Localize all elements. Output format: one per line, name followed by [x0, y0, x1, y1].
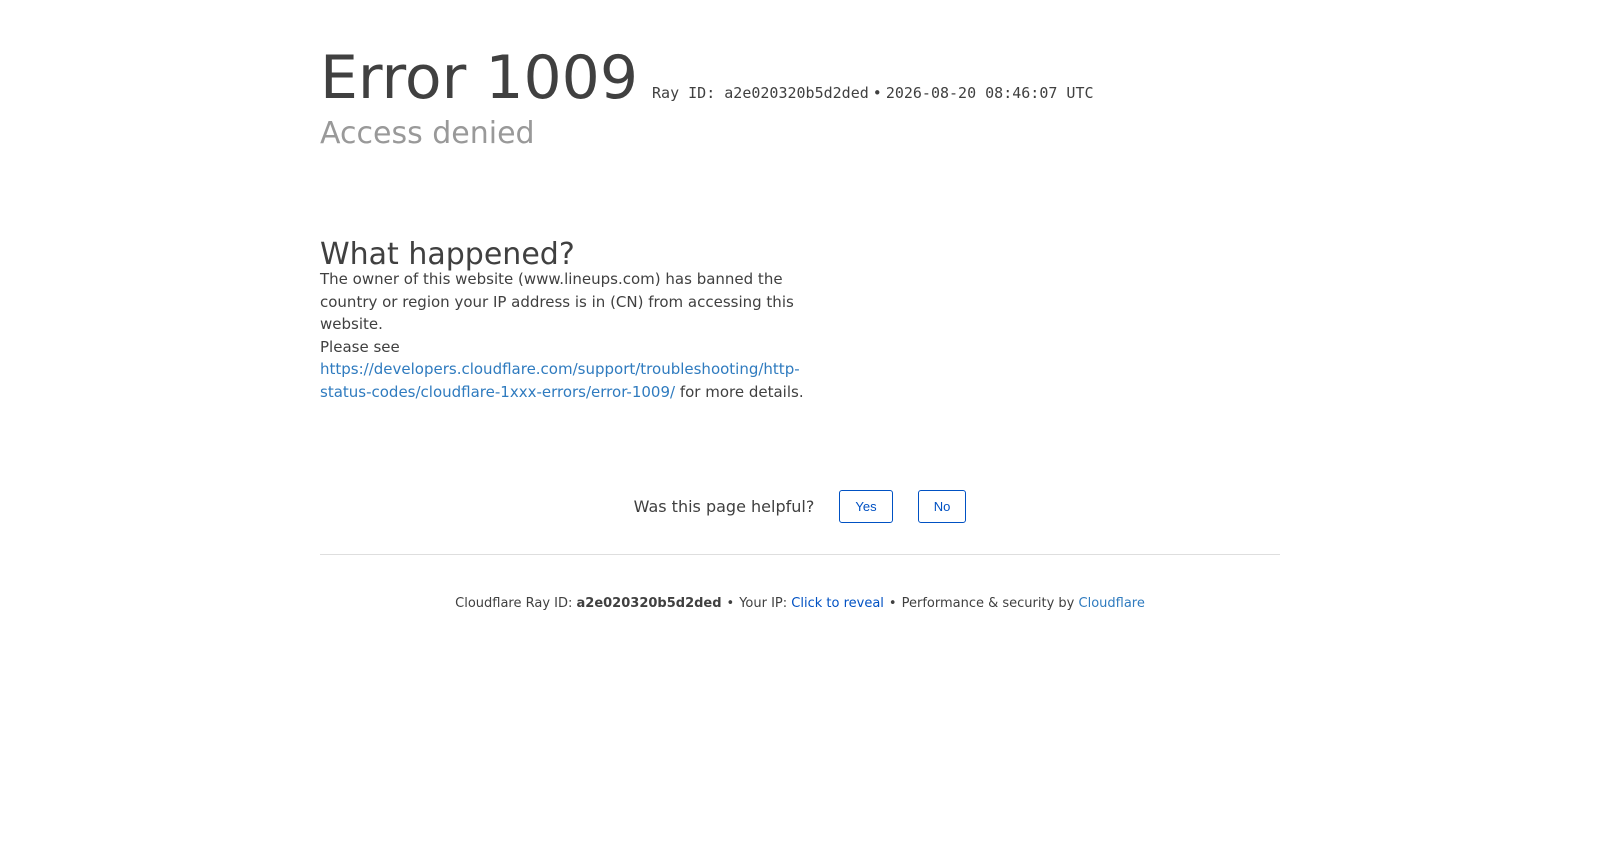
see-details: Please see https://developers.cloudflare.…: [320, 336, 810, 404]
footer: Cloudflare Ray ID: a2e020320b5d2ded • Your…: [320, 594, 1280, 614]
feedback-section: Was this page helpful? Yes No: [320, 490, 1280, 523]
footer-ip-label: Your IP:: [739, 596, 792, 611]
error-header: Error 1009 Ray ID: a2e020320b5d2ded • 2026-…: [320, 40, 1094, 116]
explanation-text: The owner of this website (www.lineups.c…: [320, 268, 810, 403]
header-separator: •: [872, 84, 882, 102]
ray-meta: Ray ID: a2e020320b5d2ded • 2026-08-20 08:4…: [652, 84, 1094, 102]
footer-bullet: •: [726, 596, 735, 611]
footer-perf-label: Performance & security by: [901, 596, 1079, 611]
cloudflare-link[interactable]: Cloudflare: [1079, 596, 1145, 611]
explanation-paragraph: The owner of this website (www.lineups.c…: [320, 270, 794, 333]
feedback-question: Was this page helpful?: [633, 497, 815, 516]
page-subtitle: Access denied: [320, 116, 535, 151]
error-title: Error 1009: [320, 43, 639, 113]
see-prefix: Please see: [320, 337, 400, 356]
see-suffix: for more details.: [675, 382, 804, 401]
ray-id-label: Ray ID: a2e020320b5d2ded: [652, 84, 869, 102]
footer-ray-value: a2e020320b5d2ded: [576, 596, 722, 611]
feedback-no-button[interactable]: No: [917, 490, 967, 523]
reveal-ip-link[interactable]: Click to reveal: [791, 596, 884, 611]
footer-ray-label: Cloudflare Ray ID:: [455, 596, 577, 611]
footer-bullet: •: [888, 596, 897, 611]
footer-divider: [320, 554, 1280, 555]
feedback-yes-button[interactable]: Yes: [839, 490, 893, 523]
timestamp: 2026-08-20 08:46:07 UTC: [885, 84, 1094, 102]
